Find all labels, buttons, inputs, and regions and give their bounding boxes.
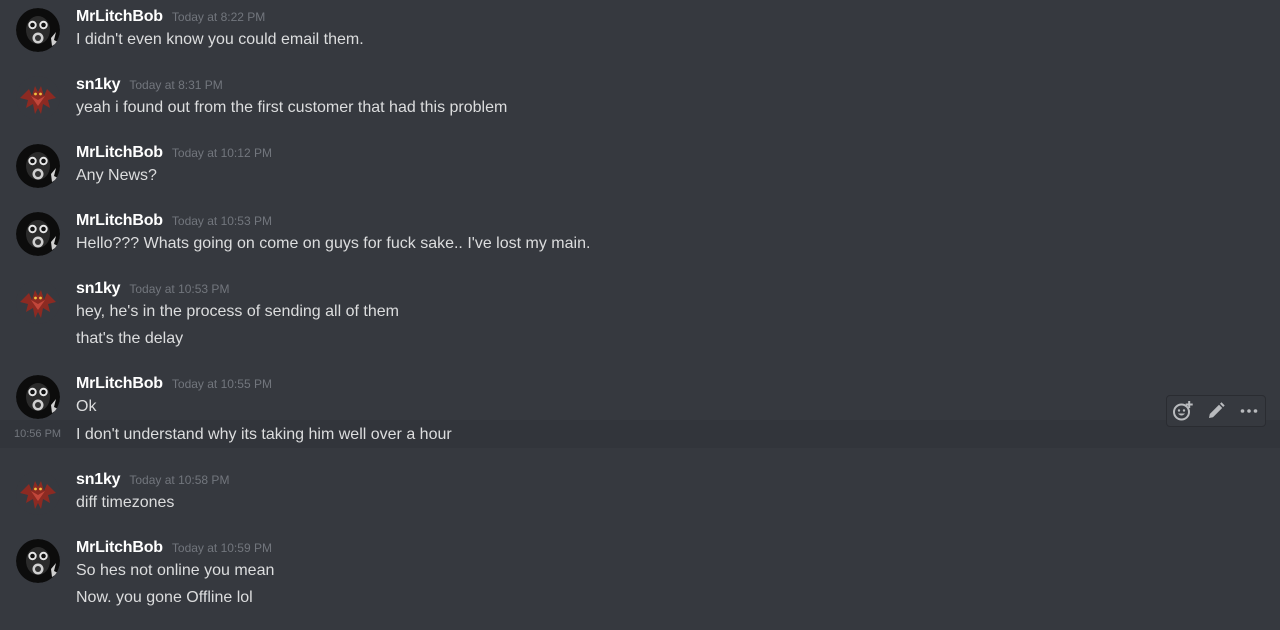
message-text: Ok xyxy=(76,398,97,415)
message-actions-toolbar xyxy=(1166,395,1266,427)
chat-messages-area: 10:56 PM MrLitchBob Today at 8:22 PM I d… xyxy=(0,0,1280,630)
message-timestamp: Today at 10:12 PM xyxy=(171,146,272,160)
username[interactable]: MrLitchBob xyxy=(76,539,163,557)
message-text: Now. you gone Offline lol xyxy=(76,589,253,606)
message-text: hey, he's in the process of sending all … xyxy=(76,303,399,320)
more-options-icon[interactable] xyxy=(1237,399,1261,423)
username[interactable]: sn1ky xyxy=(76,280,121,298)
message-timestamp: Today at 8:22 PM xyxy=(171,10,266,24)
message-text: Any News? xyxy=(76,167,157,184)
message-text: diff timezones xyxy=(76,494,175,511)
red-demon-avatar-icon[interactable] xyxy=(16,280,60,324)
message-timestamp: Today at 10:53 PM xyxy=(171,214,272,228)
message-text: I didn't even know you could email them. xyxy=(76,31,364,48)
message-text: Hello??? Whats going on come on guys for… xyxy=(76,235,591,252)
message-timestamp: Today at 10:53 PM xyxy=(129,282,230,296)
gas-mask-avatar-icon[interactable] xyxy=(16,539,60,583)
add-reaction-icon[interactable] xyxy=(1171,399,1195,423)
red-demon-avatar-icon[interactable] xyxy=(16,76,60,120)
username[interactable]: MrLitchBob xyxy=(76,8,163,26)
red-demon-avatar-icon[interactable] xyxy=(16,471,60,515)
gas-mask-avatar-icon[interactable] xyxy=(16,144,60,188)
message-text: So hes not online you mean xyxy=(76,562,275,579)
message-timestamp: Today at 10:55 PM xyxy=(171,377,272,391)
message-text: I don't understand why its taking him we… xyxy=(76,426,452,443)
message-text: that's the delay xyxy=(76,330,184,347)
edit-pencil-icon[interactable] xyxy=(1204,399,1228,423)
message-text: yeah i found out from the first customer… xyxy=(76,99,508,116)
gas-mask-avatar-icon[interactable] xyxy=(16,212,60,256)
username[interactable]: sn1ky xyxy=(76,471,121,489)
hover-timestamp: 10:56 PM xyxy=(14,428,62,440)
message-timestamp: Today at 10:58 PM xyxy=(129,473,230,487)
message-timestamp: Today at 8:31 PM xyxy=(129,78,223,92)
username[interactable]: MrLitchBob xyxy=(76,212,163,230)
username[interactable]: MrLitchBob xyxy=(76,375,163,393)
gas-mask-avatar-icon[interactable] xyxy=(16,8,60,52)
username[interactable]: MrLitchBob xyxy=(76,144,163,162)
username[interactable]: sn1ky xyxy=(76,76,121,94)
gas-mask-avatar-icon[interactable] xyxy=(16,375,60,419)
message-timestamp: Today at 10:59 PM xyxy=(171,541,272,555)
